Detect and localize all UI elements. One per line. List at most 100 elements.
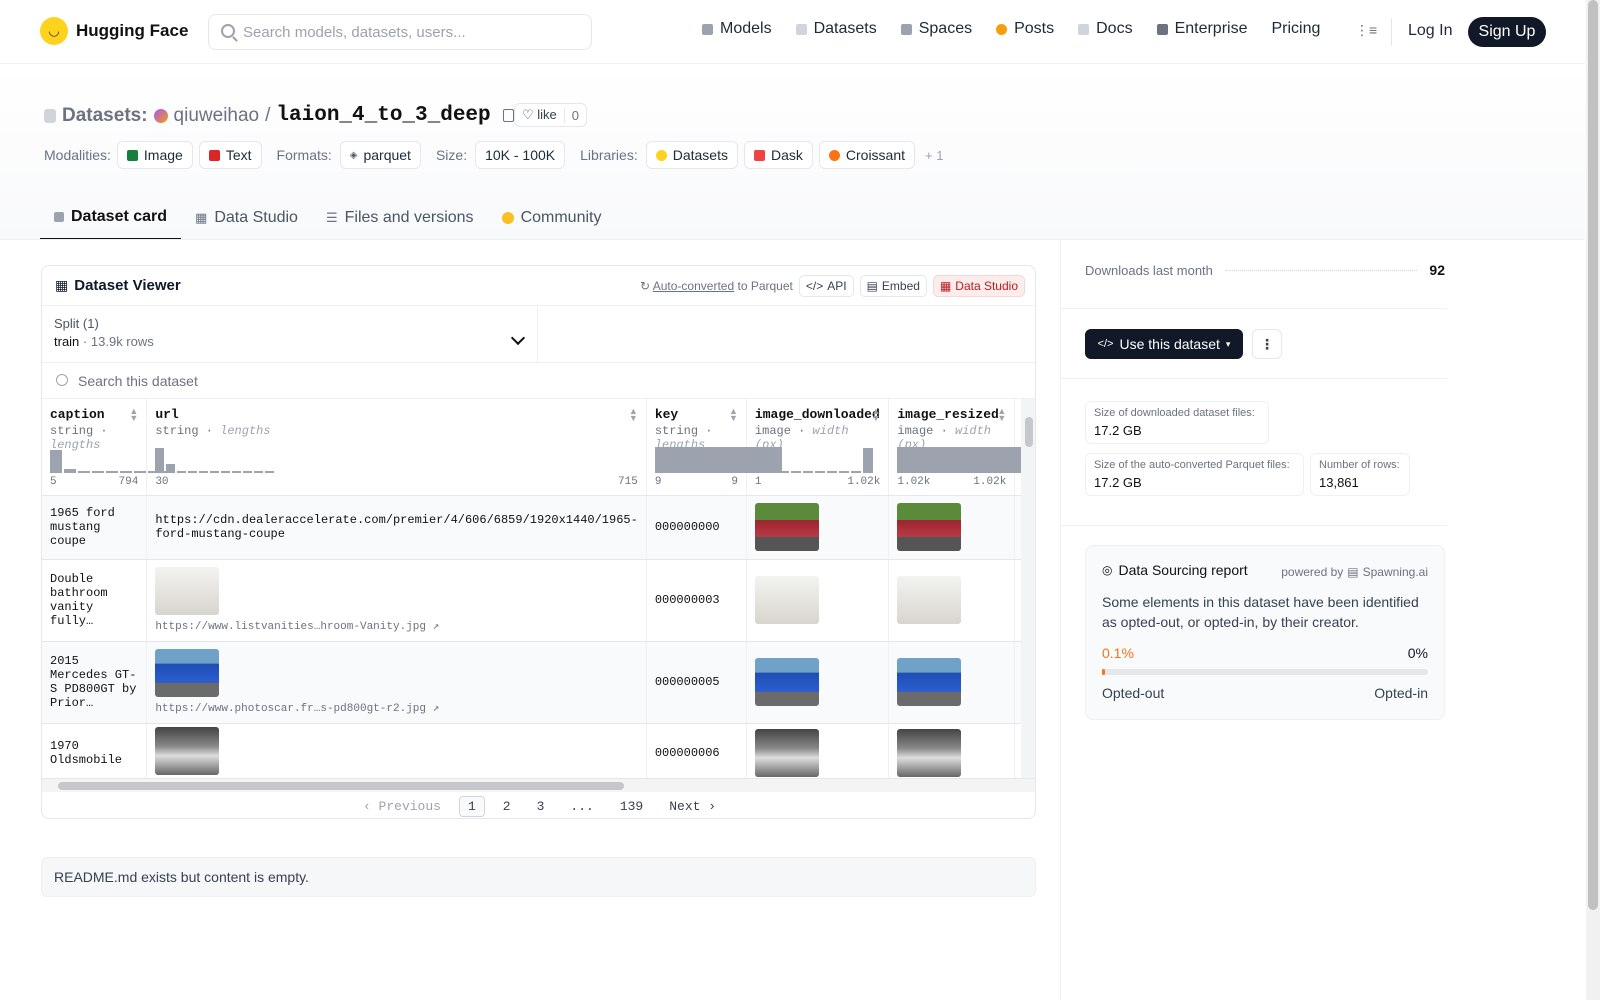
table-row[interactable]: 1970 Oldsmobile 000000006: [42, 723, 1035, 784]
tag-datasets-lib[interactable]: Datasets: [645, 141, 738, 169]
sort-icon[interactable]: ▲ ▼: [997, 407, 1006, 423]
nav-item-pricing[interactable]: Pricing: [1271, 20, 1320, 38]
table-row[interactable]: 2015 Mercedes GT-S PD800GT by Prior… http…: [42, 641, 1035, 724]
page-scrollbar[interactable]: [1586, 0, 1600, 1000]
histogram-bar[interactable]: [790, 471, 801, 473]
tag-text[interactable]: Text: [198, 141, 262, 169]
tag-parquet[interactable]: ◈ parquet: [339, 141, 421, 169]
histogram-bar[interactable]: [243, 471, 253, 473]
histogram-bar[interactable]: [106, 471, 118, 473]
api-button[interactable]: </> API: [798, 275, 854, 297]
brand-logo[interactable]: ◡ Hugging Face: [40, 17, 188, 45]
nav-item-enterprise[interactable]: Enterprise: [1156, 20, 1247, 38]
column-header-caption[interactable]: caption string · lengths ▲ ▼ 5 794: [42, 399, 174, 496]
histogram-bar[interactable]: [254, 471, 264, 473]
image-thumbnail[interactable]: [754, 658, 819, 706]
histogram-bar[interactable]: [838, 471, 849, 473]
embed-button[interactable]: ▤ Embed: [859, 275, 927, 297]
histogram-bar[interactable]: [134, 471, 146, 473]
page-1-button[interactable]: 1: [458, 795, 485, 817]
histogram-bar[interactable]: [766, 471, 777, 473]
url-image-thumbnail[interactable]: [155, 727, 220, 775]
scrollbar-thumb[interactable]: [1025, 417, 1033, 447]
sort-icon[interactable]: ▲ ▼: [729, 407, 738, 423]
histogram-bar[interactable]: [826, 471, 837, 473]
tag-dask-lib[interactable]: Dask: [743, 141, 813, 169]
histogram-bar[interactable]: [814, 471, 825, 473]
histogram-bar[interactable]: [232, 471, 242, 473]
url-image-thumbnail[interactable]: [155, 649, 220, 697]
scrollbar-thumb[interactable]: [58, 782, 624, 790]
image-thumbnail[interactable]: [897, 658, 962, 706]
column-header-key[interactable]: key string · lengths ▲ ▼ 9 9: [646, 399, 782, 496]
table-row[interactable]: 1965 ford mustang coupe https://cdn.deale…: [42, 495, 1035, 560]
url-image-thumbnail[interactable]: [155, 567, 220, 615]
nav-item-datasets[interactable]: Datasets: [795, 20, 877, 38]
histogram-bar[interactable]: [78, 471, 90, 473]
split-selector[interactable]: Split (1) train · 13.9k rows: [42, 306, 538, 363]
tab-files-and-versions[interactable]: ☰ Files and versions: [312, 196, 488, 240]
image-thumbnail[interactable]: [754, 503, 819, 551]
section-label[interactable]: Datasets:: [62, 105, 148, 127]
previous-page-button[interactable]: ‹ Previous: [355, 797, 449, 816]
column-header-image_downloaded[interactable]: image_downloaded image · width (px) ▲ ▼ 1 1.0…: [746, 399, 890, 496]
scrollbar-thumb[interactable]: [1588, 0, 1598, 910]
owner-link[interactable]: qiuweihao: [174, 105, 260, 127]
sort-icon[interactable]: ▲ ▼: [129, 407, 138, 423]
tag-size[interactable]: 10K - 100K: [475, 141, 566, 169]
libraries-more[interactable]: + 1: [925, 148, 943, 163]
url-link[interactable]: https://www.photoscar.fr…s-pd800gt-r2.jp…: [155, 701, 637, 715]
dataset-name[interactable]: laion_4_to_3_deep: [276, 104, 490, 127]
provider-link[interactable]: Spawning.ai: [1363, 565, 1428, 579]
histogram-bar[interactable]: [221, 471, 231, 473]
image-thumbnail[interactable]: [897, 729, 962, 777]
image-thumbnail[interactable]: [754, 729, 819, 777]
url-link[interactable]: https://www.listvanities…hroom-Vanity.jp…: [155, 619, 637, 633]
nav-item-spaces[interactable]: Spaces: [900, 20, 972, 38]
table-vertical-scrollbar[interactable]: [1021, 399, 1035, 778]
histogram-bar[interactable]: [778, 471, 789, 473]
histogram-bar[interactable]: [120, 471, 132, 473]
histogram-bar[interactable]: [199, 471, 209, 473]
histogram-bar[interactable]: [802, 471, 813, 473]
image-thumbnail[interactable]: [897, 576, 962, 624]
histogram-bar[interactable]: [897, 447, 1025, 473]
sort-icon[interactable]: ▲ ▼: [629, 407, 638, 423]
page-2-button[interactable]: 2: [495, 797, 519, 816]
histogram-bar[interactable]: [177, 471, 187, 473]
tab-dataset-card[interactable]: Dataset card: [40, 196, 182, 240]
copy-icon[interactable]: [502, 109, 514, 122]
histogram-bar[interactable]: [64, 469, 76, 473]
page-last-button[interactable]: 139: [612, 797, 651, 816]
table-horizontal-scrollbar[interactable]: [42, 778, 1035, 792]
sort-icon[interactable]: ▲ ▼: [871, 407, 880, 423]
table-row[interactable]: Double bathroom vanity fully… https://www…: [42, 559, 1035, 642]
signup-button[interactable]: Sign Up: [1468, 17, 1546, 47]
histogram-bar[interactable]: [155, 448, 165, 473]
like-button[interactable]: ♡ like 0: [514, 103, 588, 127]
histogram-bar[interactable]: [754, 471, 765, 473]
nav-item-models[interactable]: Models: [702, 20, 772, 38]
histogram-bar[interactable]: [265, 471, 275, 473]
data-studio-button[interactable]: ▦ Data Studio: [932, 275, 1025, 297]
tab-data-studio[interactable]: ▦ Data Studio: [181, 196, 312, 240]
nav-item-posts[interactable]: Posts: [996, 20, 1054, 38]
dataset-search-input[interactable]: Search this dataset: [42, 363, 1035, 399]
histogram-bar[interactable]: [166, 464, 176, 473]
histogram-bar[interactable]: [188, 471, 198, 473]
use-dataset-button[interactable]: </> Use this dataset ▾: [1085, 329, 1243, 359]
histogram-bar[interactable]: [50, 450, 62, 473]
histogram-bar[interactable]: [210, 471, 220, 473]
column-header-url[interactable]: url string · lengths ▲ ▼ 30 715: [146, 399, 647, 496]
more-options-button[interactable]: ⋮: [1252, 329, 1282, 359]
login-link[interactable]: Log In: [1408, 22, 1452, 40]
histogram-bar[interactable]: [850, 471, 861, 473]
page-3-button[interactable]: 3: [529, 797, 553, 816]
image-thumbnail[interactable]: [754, 576, 819, 624]
column-header-image_resized[interactable]: image_resized image · width (px) ▲ ▼ 1.02k 1.…: [888, 399, 1025, 496]
nav-item-docs[interactable]: Docs: [1078, 20, 1133, 38]
histogram-bar[interactable]: [92, 471, 104, 473]
next-page-button[interactable]: Next ›: [661, 797, 724, 816]
auto-converted-link[interactable]: Auto-converted: [653, 279, 734, 293]
tag-croissant-lib[interactable]: Croissant: [818, 141, 916, 169]
